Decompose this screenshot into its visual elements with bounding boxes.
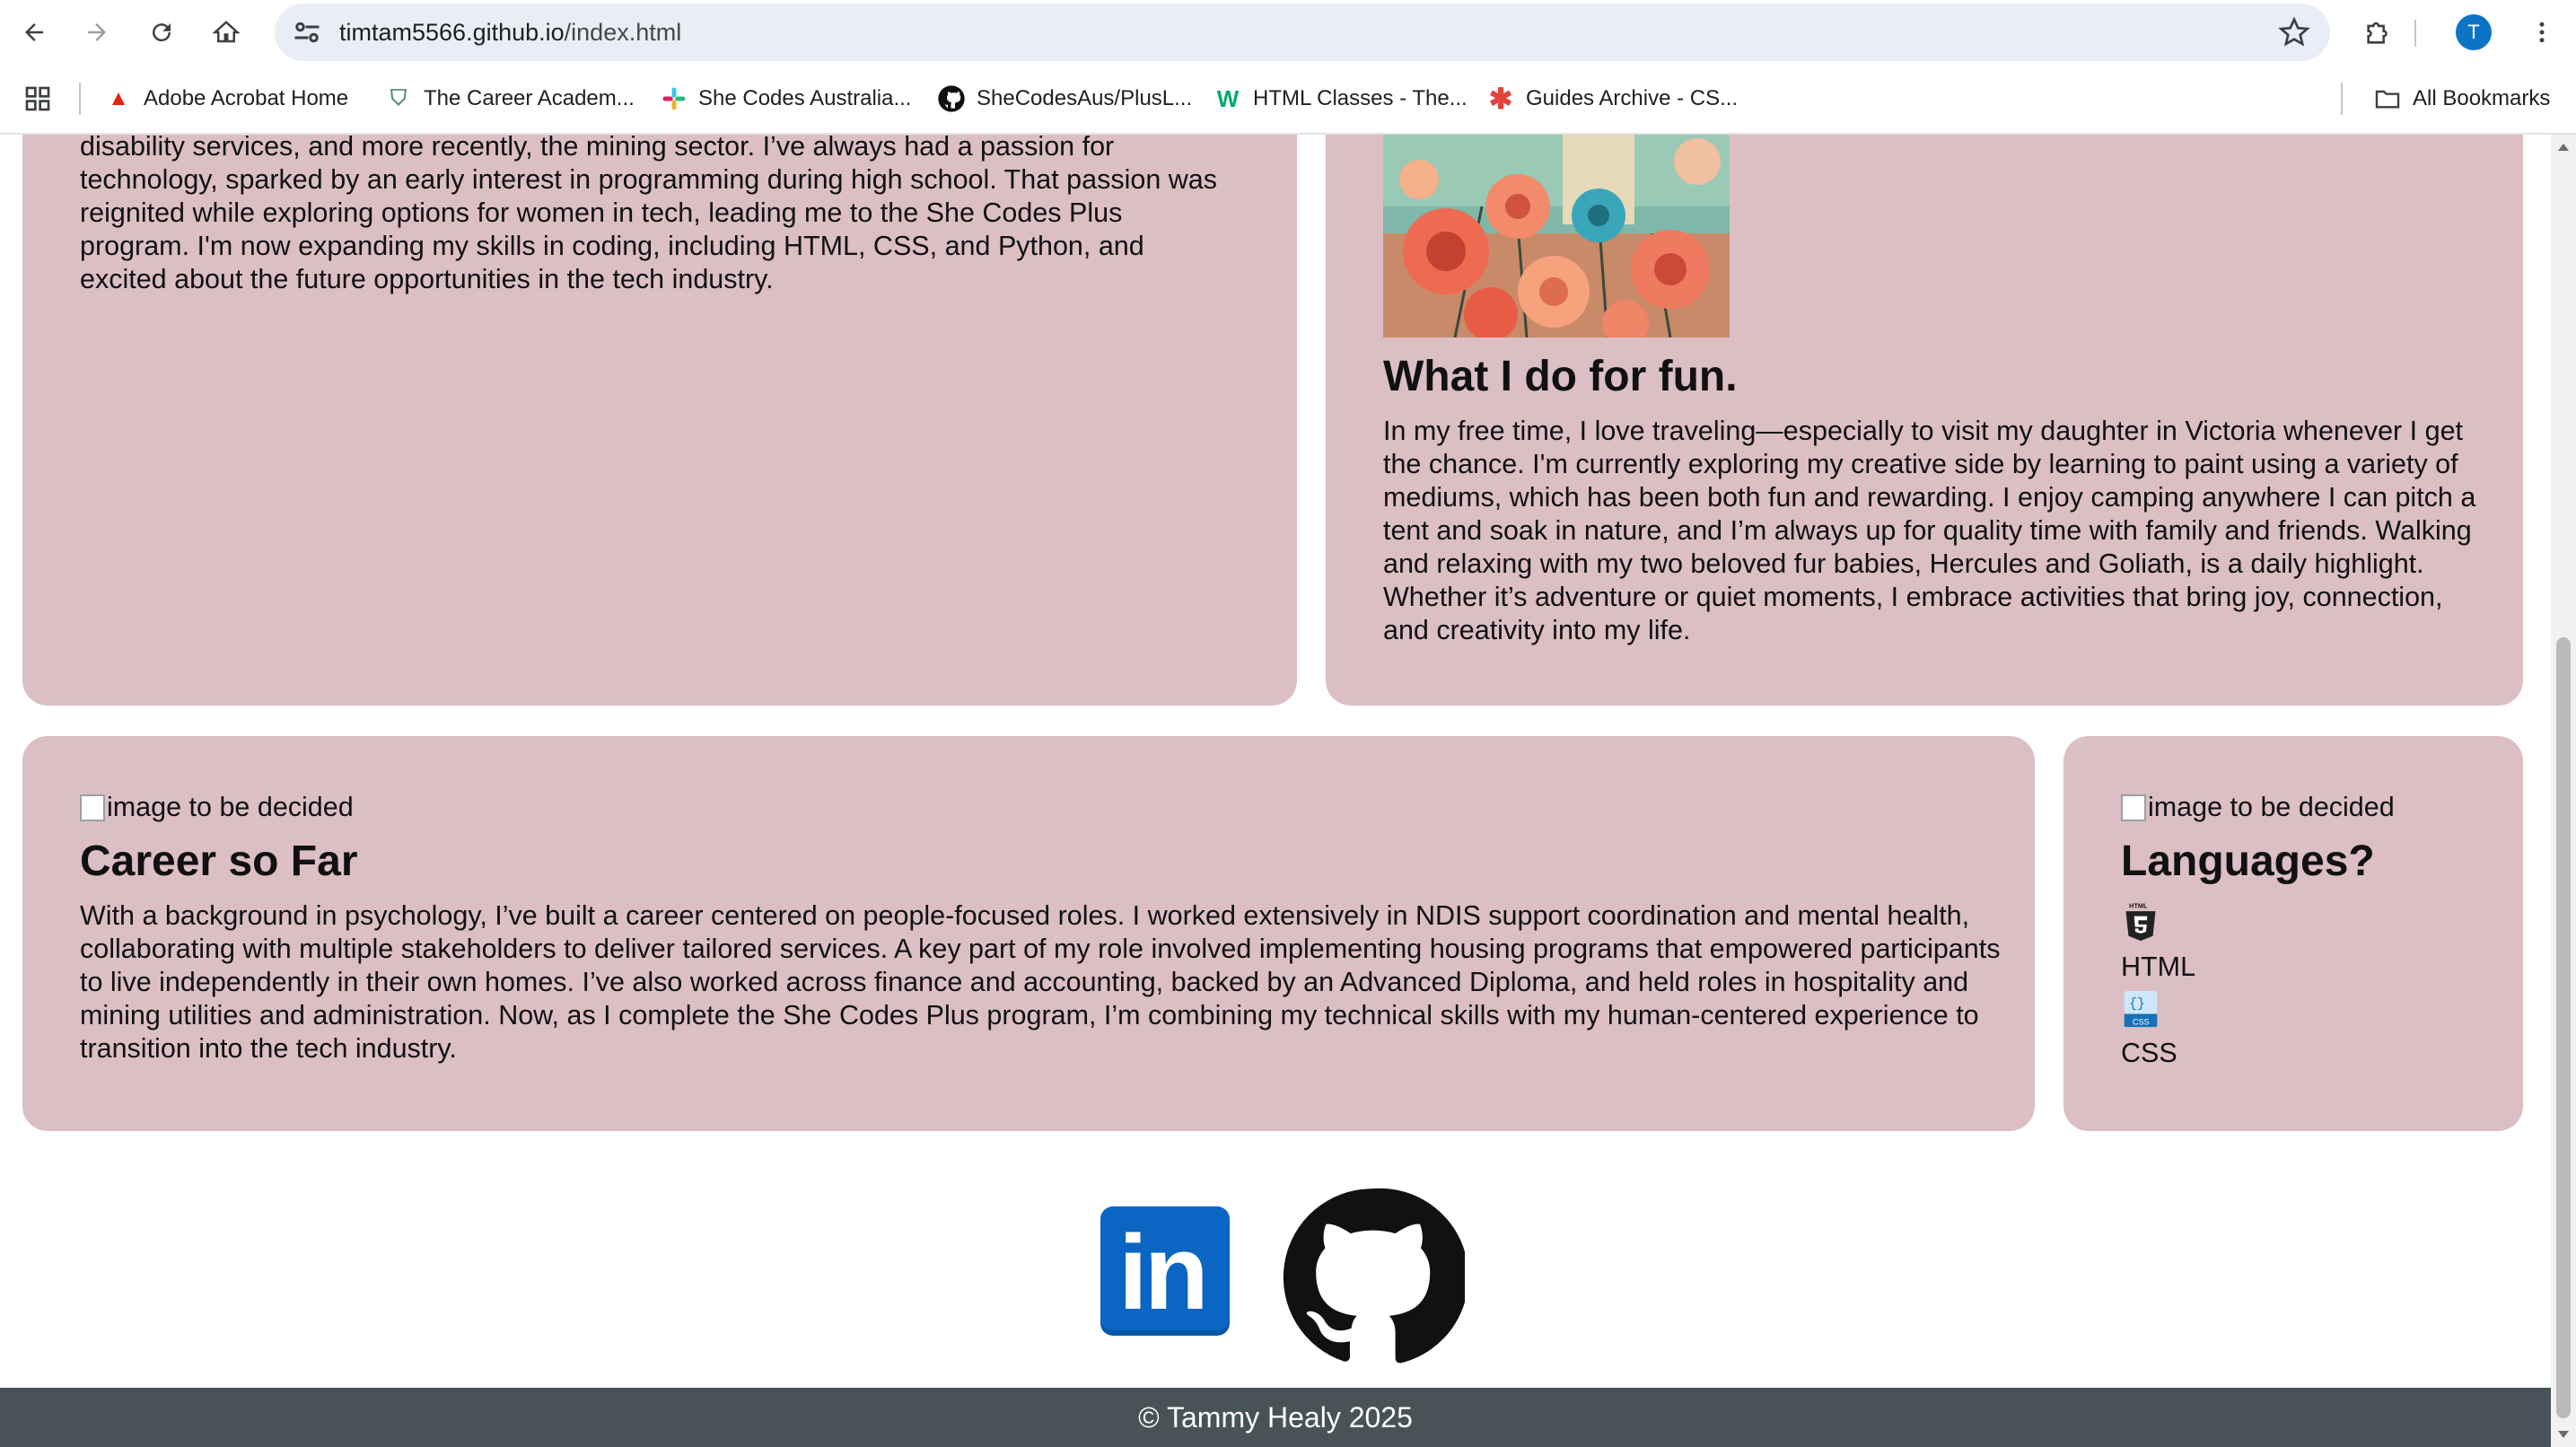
forward-arrow-icon xyxy=(88,23,106,41)
bookmark-label: SheCodesAus/PlusL... xyxy=(977,86,1193,110)
forward-button[interactable] xyxy=(75,11,118,54)
painting-image xyxy=(1383,135,1730,338)
copyright-text: © Tammy Healy 2025 xyxy=(1138,1401,1413,1434)
html5-icon: HTML xyxy=(2125,902,2156,942)
bookmark-label: HTML Classes - The... xyxy=(1253,86,1468,110)
broken-image-icon xyxy=(2121,794,2146,821)
bookmark-guides-archive[interactable]: ✱ Guides Archive - CS... xyxy=(1486,79,1739,118)
career-paragraph: With a background in psychology, I’ve bu… xyxy=(80,900,2001,1064)
language-item-html: HTML HTML xyxy=(2121,901,2195,984)
css-icon: {} CSS xyxy=(2124,990,2158,1028)
footer: © Tammy Healy 2025 xyxy=(0,1388,2551,1447)
bookmark-star-icon[interactable] xyxy=(2278,16,2310,48)
kebab-menu-icon xyxy=(2539,22,2545,43)
language-item-css: {} CSS CSS xyxy=(2121,987,2177,1070)
scroll-up-arrow-icon[interactable] xyxy=(2556,142,2571,153)
shield-icon: ⛉ xyxy=(390,86,407,110)
reload-icon xyxy=(153,23,171,42)
avatar: T xyxy=(2456,14,2492,50)
languages-card: image to be decided Languages? HTML HTML… xyxy=(2063,736,2523,1131)
puzzle-icon xyxy=(2367,22,2388,44)
scroll-down-arrow-icon[interactable] xyxy=(2556,1429,2571,1440)
bookmark-github-plus[interactable]: SheCodesAus/PlusL... xyxy=(937,79,1192,118)
languages-title: Languages? xyxy=(2121,838,2375,885)
apps-grid-icon xyxy=(25,86,50,111)
url-text[interactable]: timtam5566.github.io/index.html xyxy=(339,4,681,61)
w3schools-icon: W xyxy=(1216,84,1240,112)
apps-button[interactable] xyxy=(23,79,52,118)
scrollbar-thumb[interactable] xyxy=(2556,637,2571,1418)
bookmarks-divider xyxy=(2341,83,2343,115)
bookmark-adobe[interactable]: ▲ Adobe Acrobat Home xyxy=(104,79,348,118)
site-settings-icon[interactable] xyxy=(291,16,323,48)
svg-text:HTML: HTML xyxy=(2129,902,2148,910)
all-bookmarks-label: All Bookmarks xyxy=(2413,86,2551,110)
linkedin-icon[interactable]: in xyxy=(1100,1206,1230,1336)
fun-title: What I do for fun. xyxy=(1383,353,1738,400)
asterisk-icon: ✱ xyxy=(1488,83,1513,115)
bookmark-label: The Career Academ... xyxy=(424,86,635,110)
fun-card: What I do for fun. In my free time, I lo… xyxy=(1326,135,2523,706)
slack-icon xyxy=(662,87,686,110)
github-icon xyxy=(938,85,965,112)
bookmark-label: Adobe Acrobat Home xyxy=(144,86,349,110)
bookmark-career-academy[interactable]: ⛉ The Career Academ... xyxy=(384,79,635,118)
github-icon[interactable] xyxy=(1278,1185,1465,1370)
about-paragraph: my children. My career journey has taken… xyxy=(80,135,1218,294)
bookmarks-bar: ▲ Adobe Acrobat Home ⛉ The Career Academ… xyxy=(0,65,2576,135)
extensions-button[interactable] xyxy=(2357,11,2400,54)
svg-text:CSS: CSS xyxy=(2133,1017,2150,1026)
url-path: /index.html xyxy=(564,19,682,46)
career-image-alt: image to be decided xyxy=(107,792,354,822)
fun-paragraph: In my free time, I love traveling—especi… xyxy=(1383,416,2476,645)
language-label: CSS xyxy=(2121,1038,2177,1068)
bookmark-html-classes[interactable]: W HTML Classes - The... xyxy=(1214,79,1468,118)
all-bookmarks-button[interactable]: All Bookmarks xyxy=(2373,79,2550,118)
toolbar-divider xyxy=(2414,20,2416,47)
address-bar[interactable]: timtam5566.github.io/index.html xyxy=(275,4,2330,61)
back-button[interactable] xyxy=(13,11,56,54)
flower-painting xyxy=(1383,135,1730,338)
linkedin-logo-text: in xyxy=(1118,1214,1209,1332)
home-icon xyxy=(213,21,240,43)
adobe-icon: ▲ xyxy=(108,86,129,110)
folder-icon xyxy=(2375,90,2400,109)
language-label: HTML xyxy=(2121,952,2196,982)
menu-button[interactable] xyxy=(2520,11,2563,54)
back-arrow-icon xyxy=(25,23,43,41)
bookmarks-divider xyxy=(79,83,81,115)
career-image: image to be decided xyxy=(80,792,354,823)
languages-image-alt: image to be decided xyxy=(2148,792,2395,822)
reload-button[interactable] xyxy=(140,11,183,54)
career-card: image to be decided Career so Far With a… xyxy=(22,736,2035,1131)
career-title: Career so Far xyxy=(80,838,358,885)
profile-button[interactable]: T xyxy=(2452,11,2495,54)
bookmark-label: Guides Archive - CS... xyxy=(1526,86,1739,110)
home-button[interactable] xyxy=(205,11,248,54)
languages-image: image to be decided xyxy=(2121,792,2395,823)
vertical-scrollbar[interactable] xyxy=(2551,135,2576,1447)
svg-text:{}: {} xyxy=(2129,997,2145,1012)
broken-image-icon xyxy=(80,794,105,821)
bookmark-label: She Codes Australia... xyxy=(698,86,912,110)
bookmark-she-codes[interactable]: She Codes Australia... xyxy=(661,79,911,118)
about-card: my children. My career journey has taken… xyxy=(22,135,1297,706)
url-host: timtam5566.github.io xyxy=(339,19,565,46)
browser-toolbar: timtam5566.github.io/index.html T xyxy=(0,0,2576,65)
page-viewport: my children. My career journey has taken… xyxy=(0,135,2551,1447)
